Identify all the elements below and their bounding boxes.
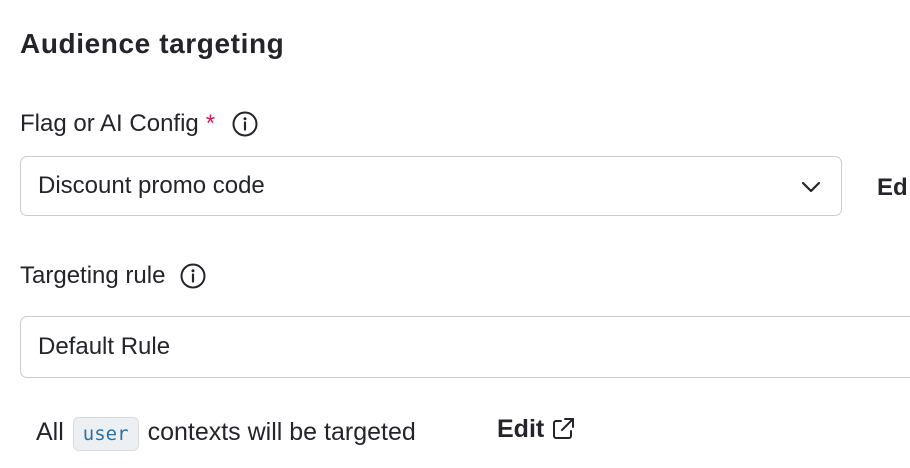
audience-targeting-panel: Audience targeting Flag or AI Config * D… [0,0,910,468]
rule-field-label: Targeting rule [20,262,166,289]
external-link-icon [550,416,576,442]
targeting-summary: All user contexts will be targeted [36,414,416,451]
summary-prefix: All [36,418,64,446]
summary-edit-label: Edit [497,415,545,443]
rule-select-value: Default Rule [38,333,171,360]
context-kind-chip: user [72,417,139,451]
rule-field-label-row: Targeting rule [20,260,207,292]
chevron-down-icon[interactable] [799,175,823,199]
flag-select-value: Discount promo code [38,172,265,199]
section-title: Audience targeting [20,28,285,59]
flag-field-label: Flag or AI Config [20,110,199,137]
summary-edit-link[interactable]: Edit [497,412,576,446]
flag-edit-link[interactable]: Ed [877,172,908,204]
summary-suffix: contexts will be targeted [147,418,416,446]
required-marker: * [205,110,216,137]
rule-select[interactable]: Default Rule [20,316,910,378]
flag-field-label-row: Flag or AI Config * [20,108,259,140]
info-circle-icon[interactable] [179,262,207,290]
flag-select[interactable]: Discount promo code [20,156,842,216]
info-circle-icon[interactable] [231,110,259,138]
